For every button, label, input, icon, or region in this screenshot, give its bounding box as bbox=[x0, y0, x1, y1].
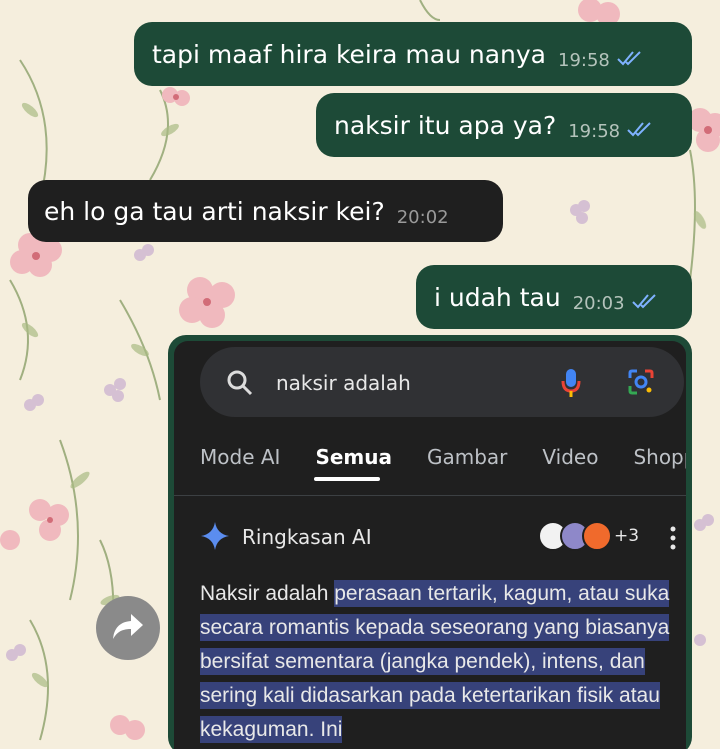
message-bubble-outgoing[interactable]: i udah tau 20:03 bbox=[416, 265, 692, 329]
image-message-bubble[interactable]: naksir adalah Mode AI Semua Gambar Video… bbox=[168, 335, 692, 749]
message-time: 19:58 bbox=[568, 120, 621, 142]
double-check-icon bbox=[616, 50, 644, 71]
search-bar: naksir adalah bbox=[200, 347, 684, 417]
message-time: 19:58 bbox=[558, 49, 610, 71]
kebab-icon bbox=[670, 525, 676, 551]
tab-mode-ai: Mode AI bbox=[200, 445, 281, 469]
message-bubble-incoming[interactable]: eh lo ga tau arti naksir kei? 20:02 bbox=[28, 180, 503, 242]
message-text: naksir itu apa ya? bbox=[334, 110, 557, 140]
search-tabs: Mode AI Semua Gambar Video Shopp bbox=[200, 445, 686, 469]
search-icon bbox=[226, 369, 254, 401]
tab-semua: Semua bbox=[315, 445, 392, 469]
message-time: 20:03 bbox=[572, 292, 625, 314]
ai-overview-text: Naksir adalah perasaan tertarik, kagum, … bbox=[200, 577, 686, 747]
ai-overview-title: Ringkasan AI bbox=[242, 525, 372, 549]
lens-icon bbox=[626, 367, 656, 401]
message-bubble-outgoing[interactable]: naksir itu apa ya? 19:58 bbox=[316, 93, 692, 157]
summary-plain: Naksir adalah bbox=[200, 582, 335, 605]
tab-gambar: Gambar bbox=[426, 445, 508, 469]
double-check-icon bbox=[631, 293, 659, 314]
double-check-icon bbox=[626, 121, 654, 142]
message-text: tapi maaf hira keira mau nanya bbox=[152, 39, 547, 69]
forward-icon bbox=[111, 611, 145, 645]
search-query: naksir adalah bbox=[276, 371, 411, 395]
tab-shopping: Shopp bbox=[633, 445, 686, 469]
source-count: +3 bbox=[614, 526, 640, 546]
google-search-screenshot[interactable]: naksir adalah Mode AI Semua Gambar Video… bbox=[174, 341, 686, 749]
message-bubble-outgoing[interactable]: tapi maaf hira keira mau nanya 19:58 bbox=[134, 22, 692, 86]
sparkle-icon bbox=[200, 521, 230, 555]
active-tab-indicator bbox=[314, 477, 380, 481]
source-avatar bbox=[582, 521, 612, 551]
forward-button[interactable] bbox=[96, 596, 160, 660]
tab-video: Video bbox=[542, 445, 599, 469]
mic-icon bbox=[560, 367, 582, 403]
message-text: eh lo ga tau arti naksir kei? bbox=[44, 196, 385, 226]
message-time: 20:02 bbox=[396, 206, 449, 228]
divider bbox=[174, 495, 686, 496]
message-text: i udah tau bbox=[434, 282, 561, 312]
